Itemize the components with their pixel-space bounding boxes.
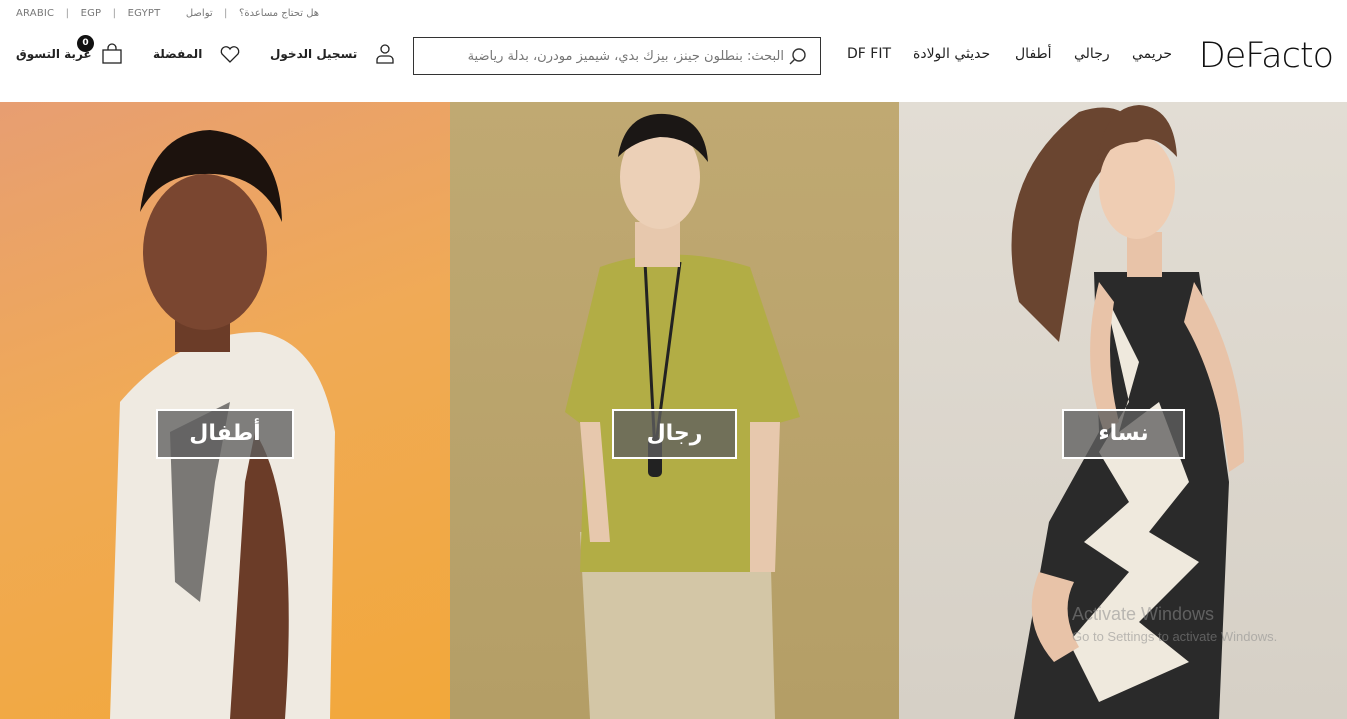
- nav-link-kids[interactable]: أطفال: [1015, 46, 1052, 62]
- heart-icon: [218, 42, 242, 66]
- contact-link[interactable]: تواصل: [186, 8, 213, 19]
- activate-windows-watermark: Activate Windows Go to Settings to activ…: [1072, 604, 1277, 644]
- women-category-panel[interactable]: نساء Activate Windows Go to Settings to …: [899, 102, 1347, 719]
- men-category-panel[interactable]: رجال: [450, 102, 899, 719]
- kids-category-label[interactable]: أطفال: [156, 409, 294, 459]
- search-input[interactable]: [424, 46, 784, 66]
- kids-category-panel[interactable]: أطفال: [0, 102, 450, 719]
- divider: |: [65, 8, 70, 19]
- currency-link[interactable]: EGP: [81, 8, 102, 19]
- main-header: عربة التسوق 0 المفضلة تسجيل الدخول البحث…: [0, 28, 1347, 102]
- top-utility-bar: ARABIC | EGP | EGYPT تواصل | هل تحتاج مس…: [0, 0, 1347, 28]
- cart-button[interactable]: عربة التسوق 0: [16, 35, 124, 66]
- locale-links: ARABIC | EGP | EGYPT تواصل | هل تحتاج مس…: [16, 8, 319, 19]
- divider: |: [224, 8, 228, 19]
- nav-link-newborn[interactable]: حديثي الولادة: [913, 46, 990, 62]
- defacto-logo[interactable]: DeFacto: [1199, 36, 1334, 76]
- search-box[interactable]: [413, 37, 821, 75]
- nav-link-df-fit[interactable]: DF FIT: [847, 46, 891, 62]
- watermark-title: Activate Windows: [1072, 604, 1215, 624]
- nav-link-women[interactable]: حريمي: [1132, 46, 1172, 62]
- country-link[interactable]: EGYPT: [128, 8, 161, 19]
- search-icon[interactable]: [788, 47, 808, 67]
- divider: |: [112, 8, 117, 19]
- login-button[interactable]: تسجيل الدخول: [270, 42, 397, 66]
- men-category-label[interactable]: رجال: [612, 409, 737, 459]
- help-link[interactable]: هل تحتاج مساعدة؟: [239, 8, 319, 19]
- women-category-label[interactable]: نساء: [1062, 409, 1185, 459]
- cart-count-badge: 0: [77, 35, 94, 52]
- category-banner: أطفال رجال نساء Activate Windows Go to S…: [0, 102, 1347, 719]
- watermark-subtitle: Go to Settings to activate Windows.: [1072, 629, 1278, 644]
- favorites-label: المفضلة: [153, 47, 203, 61]
- favorites-button[interactable]: المفضلة: [153, 42, 242, 66]
- user-icon: [373, 42, 397, 66]
- shopping-bag-icon: [100, 42, 124, 66]
- language-link[interactable]: ARABIC: [16, 8, 54, 19]
- nav-link-men[interactable]: رجالي: [1074, 46, 1110, 62]
- login-label: تسجيل الدخول: [270, 47, 358, 61]
